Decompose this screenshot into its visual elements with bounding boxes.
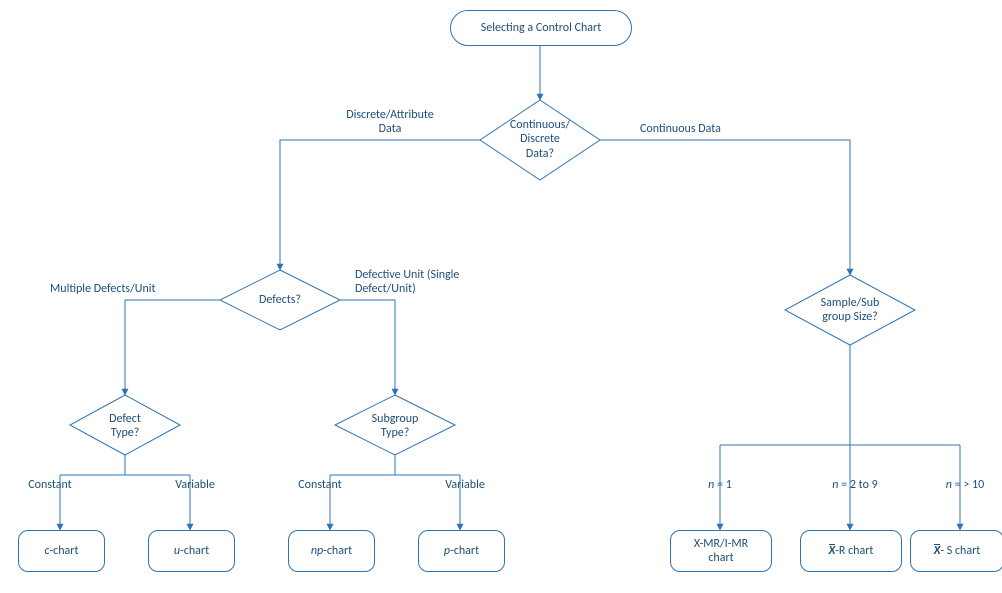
edge-label-n2to9: n = 2 to 9 [810,478,900,492]
result-p-chart: p-chart [418,530,505,572]
start-label: Selecting a Control Chart [481,21,601,35]
edge-label-constant-2: Constant [280,478,360,492]
edge-label-variable-1: Variable [155,478,235,492]
edge-label-constant-1: Constant [10,478,90,492]
decision-sample-size-label: Sample/Sub group Size? [805,296,895,325]
start-node: Selecting a Control Chart [450,10,632,46]
result-u-chart: u-chart [148,530,235,572]
edge-label-defective-unit: Defective Unit (Single Defect/Unit) [355,268,515,297]
decision-subgroup-type-label: Subgroup Type? [355,412,435,441]
decision-defects-label: Defects? [240,293,320,307]
edge-label-variable-2: Variable [425,478,505,492]
result-np-chart: np-chart [288,530,375,572]
edge-label-n1: n n = 1= 1 [685,478,755,492]
edge-label-discrete-attribute: Discrete/Attribute Data [320,108,460,137]
edge-label-continuous: Continuous Data [640,122,780,136]
edge-label-multiple-defects: Multiple Defects/Unit [50,282,210,296]
edge-label-nge10: n = > 10 [925,478,1002,492]
result-xbar-r-chart: X-R chart [800,530,902,572]
result-xmr-chart: X-MR/I-MR chart [670,530,772,572]
result-c-chart: c-chart [18,530,105,572]
decision-defect-type-label: Defect Type? [90,412,160,441]
decision-data-type-label: Continuous/ Discrete Data? [490,118,590,161]
result-xbar-s-chart: X- S chart [910,530,1002,572]
